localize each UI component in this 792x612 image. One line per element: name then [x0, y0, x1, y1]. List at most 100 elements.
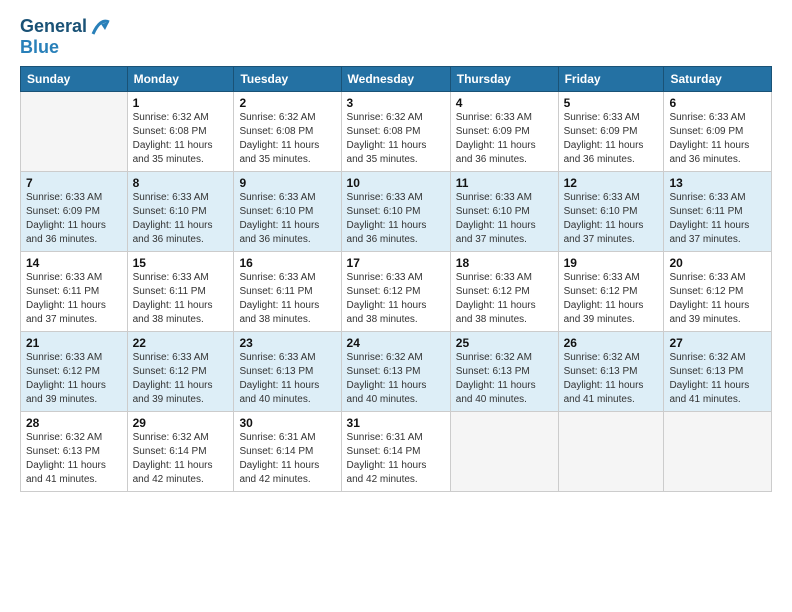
day-number: 13 [669, 176, 766, 190]
day-number: 1 [133, 96, 229, 110]
day-info: Sunrise: 6:33 AMSunset: 6:09 PMDaylight:… [564, 111, 659, 167]
day-number: 4 [456, 96, 553, 110]
calendar-cell: 5Sunrise: 6:33 AMSunset: 6:09 PMDaylight… [558, 92, 664, 172]
calendar-cell: 10Sunrise: 6:33 AMSunset: 6:10 PMDayligh… [341, 172, 450, 252]
day-info: Sunrise: 6:33 AMSunset: 6:10 PMDaylight:… [239, 191, 335, 247]
logo-blue: Blue [20, 37, 59, 57]
day-number: 28 [26, 416, 122, 430]
calendar-cell: 1Sunrise: 6:32 AMSunset: 6:08 PMDaylight… [127, 92, 234, 172]
calendar-cell [558, 412, 664, 492]
day-info: Sunrise: 6:33 AMSunset: 6:09 PMDaylight:… [456, 111, 553, 167]
day-number: 2 [239, 96, 335, 110]
calendar-cell: 14Sunrise: 6:33 AMSunset: 6:11 PMDayligh… [21, 252, 128, 332]
day-info: Sunrise: 6:33 AMSunset: 6:12 PMDaylight:… [564, 271, 659, 327]
weekday-header-wednesday: Wednesday [341, 67, 450, 92]
day-number: 5 [564, 96, 659, 110]
day-info: Sunrise: 6:32 AMSunset: 6:13 PMDaylight:… [26, 431, 122, 487]
day-info: Sunrise: 6:33 AMSunset: 6:10 PMDaylight:… [133, 191, 229, 247]
day-info: Sunrise: 6:33 AMSunset: 6:10 PMDaylight:… [347, 191, 445, 247]
calendar-cell: 4Sunrise: 6:33 AMSunset: 6:09 PMDaylight… [450, 92, 558, 172]
calendar-cell: 6Sunrise: 6:33 AMSunset: 6:09 PMDaylight… [664, 92, 772, 172]
calendar-cell: 25Sunrise: 6:32 AMSunset: 6:13 PMDayligh… [450, 332, 558, 412]
header: General Blue [20, 16, 772, 58]
day-info: Sunrise: 6:32 AMSunset: 6:13 PMDaylight:… [564, 351, 659, 407]
day-number: 29 [133, 416, 229, 430]
day-info: Sunrise: 6:33 AMSunset: 6:11 PMDaylight:… [239, 271, 335, 327]
weekday-header-friday: Friday [558, 67, 664, 92]
day-number: 22 [133, 336, 229, 350]
calendar-cell: 31Sunrise: 6:31 AMSunset: 6:14 PMDayligh… [341, 412, 450, 492]
day-number: 8 [133, 176, 229, 190]
day-number: 21 [26, 336, 122, 350]
calendar-cell: 18Sunrise: 6:33 AMSunset: 6:12 PMDayligh… [450, 252, 558, 332]
logo-text: General [20, 17, 87, 37]
day-info: Sunrise: 6:32 AMSunset: 6:08 PMDaylight:… [347, 111, 445, 167]
calendar-cell: 19Sunrise: 6:33 AMSunset: 6:12 PMDayligh… [558, 252, 664, 332]
day-number: 3 [347, 96, 445, 110]
day-number: 16 [239, 256, 335, 270]
day-number: 7 [26, 176, 122, 190]
day-number: 26 [564, 336, 659, 350]
day-number: 31 [347, 416, 445, 430]
day-info: Sunrise: 6:32 AMSunset: 6:08 PMDaylight:… [133, 111, 229, 167]
day-info: Sunrise: 6:33 AMSunset: 6:12 PMDaylight:… [133, 351, 229, 407]
day-info: Sunrise: 6:31 AMSunset: 6:14 PMDaylight:… [347, 431, 445, 487]
day-info: Sunrise: 6:32 AMSunset: 6:14 PMDaylight:… [133, 431, 229, 487]
calendar-cell: 7Sunrise: 6:33 AMSunset: 6:09 PMDaylight… [21, 172, 128, 252]
calendar-cell: 8Sunrise: 6:33 AMSunset: 6:10 PMDaylight… [127, 172, 234, 252]
calendar-cell: 27Sunrise: 6:32 AMSunset: 6:13 PMDayligh… [664, 332, 772, 412]
day-number: 17 [347, 256, 445, 270]
weekday-header-thursday: Thursday [450, 67, 558, 92]
calendar-cell: 9Sunrise: 6:33 AMSunset: 6:10 PMDaylight… [234, 172, 341, 252]
calendar-cell [664, 412, 772, 492]
weekday-header-tuesday: Tuesday [234, 67, 341, 92]
calendar-cell [21, 92, 128, 172]
day-number: 24 [347, 336, 445, 350]
day-number: 11 [456, 176, 553, 190]
day-number: 6 [669, 96, 766, 110]
day-info: Sunrise: 6:33 AMSunset: 6:10 PMDaylight:… [564, 191, 659, 247]
day-number: 9 [239, 176, 335, 190]
weekday-header-monday: Monday [127, 67, 234, 92]
day-info: Sunrise: 6:33 AMSunset: 6:12 PMDaylight:… [26, 351, 122, 407]
calendar-cell: 28Sunrise: 6:32 AMSunset: 6:13 PMDayligh… [21, 412, 128, 492]
day-info: Sunrise: 6:33 AMSunset: 6:09 PMDaylight:… [26, 191, 122, 247]
weekday-header-sunday: Sunday [21, 67, 128, 92]
calendar-cell: 15Sunrise: 6:33 AMSunset: 6:11 PMDayligh… [127, 252, 234, 332]
calendar-cell: 2Sunrise: 6:32 AMSunset: 6:08 PMDaylight… [234, 92, 341, 172]
day-number: 23 [239, 336, 335, 350]
day-number: 27 [669, 336, 766, 350]
day-info: Sunrise: 6:33 AMSunset: 6:09 PMDaylight:… [669, 111, 766, 167]
day-info: Sunrise: 6:33 AMSunset: 6:11 PMDaylight:… [26, 271, 122, 327]
calendar-cell: 20Sunrise: 6:33 AMSunset: 6:12 PMDayligh… [664, 252, 772, 332]
logo: General Blue [20, 16, 111, 58]
day-number: 18 [456, 256, 553, 270]
calendar-cell: 12Sunrise: 6:33 AMSunset: 6:10 PMDayligh… [558, 172, 664, 252]
calendar-cell: 23Sunrise: 6:33 AMSunset: 6:13 PMDayligh… [234, 332, 341, 412]
day-info: Sunrise: 6:33 AMSunset: 6:12 PMDaylight:… [347, 271, 445, 327]
day-info: Sunrise: 6:33 AMSunset: 6:10 PMDaylight:… [456, 191, 553, 247]
calendar-cell: 16Sunrise: 6:33 AMSunset: 6:11 PMDayligh… [234, 252, 341, 332]
day-number: 30 [239, 416, 335, 430]
calendar-cell: 30Sunrise: 6:31 AMSunset: 6:14 PMDayligh… [234, 412, 341, 492]
day-info: Sunrise: 6:32 AMSunset: 6:13 PMDaylight:… [347, 351, 445, 407]
calendar-cell: 26Sunrise: 6:32 AMSunset: 6:13 PMDayligh… [558, 332, 664, 412]
calendar-table: SundayMondayTuesdayWednesdayThursdayFrid… [20, 66, 772, 492]
day-info: Sunrise: 6:33 AMSunset: 6:13 PMDaylight:… [239, 351, 335, 407]
day-info: Sunrise: 6:33 AMSunset: 6:11 PMDaylight:… [133, 271, 229, 327]
weekday-header-saturday: Saturday [664, 67, 772, 92]
day-info: Sunrise: 6:32 AMSunset: 6:08 PMDaylight:… [239, 111, 335, 167]
calendar-cell [450, 412, 558, 492]
day-info: Sunrise: 6:32 AMSunset: 6:13 PMDaylight:… [456, 351, 553, 407]
day-number: 12 [564, 176, 659, 190]
day-info: Sunrise: 6:33 AMSunset: 6:12 PMDaylight:… [456, 271, 553, 327]
calendar-cell: 17Sunrise: 6:33 AMSunset: 6:12 PMDayligh… [341, 252, 450, 332]
day-info: Sunrise: 6:32 AMSunset: 6:13 PMDaylight:… [669, 351, 766, 407]
calendar-cell: 11Sunrise: 6:33 AMSunset: 6:10 PMDayligh… [450, 172, 558, 252]
day-number: 25 [456, 336, 553, 350]
day-number: 14 [26, 256, 122, 270]
day-number: 20 [669, 256, 766, 270]
calendar-cell: 29Sunrise: 6:32 AMSunset: 6:14 PMDayligh… [127, 412, 234, 492]
day-info: Sunrise: 6:33 AMSunset: 6:11 PMDaylight:… [669, 191, 766, 247]
day-info: Sunrise: 6:31 AMSunset: 6:14 PMDaylight:… [239, 431, 335, 487]
